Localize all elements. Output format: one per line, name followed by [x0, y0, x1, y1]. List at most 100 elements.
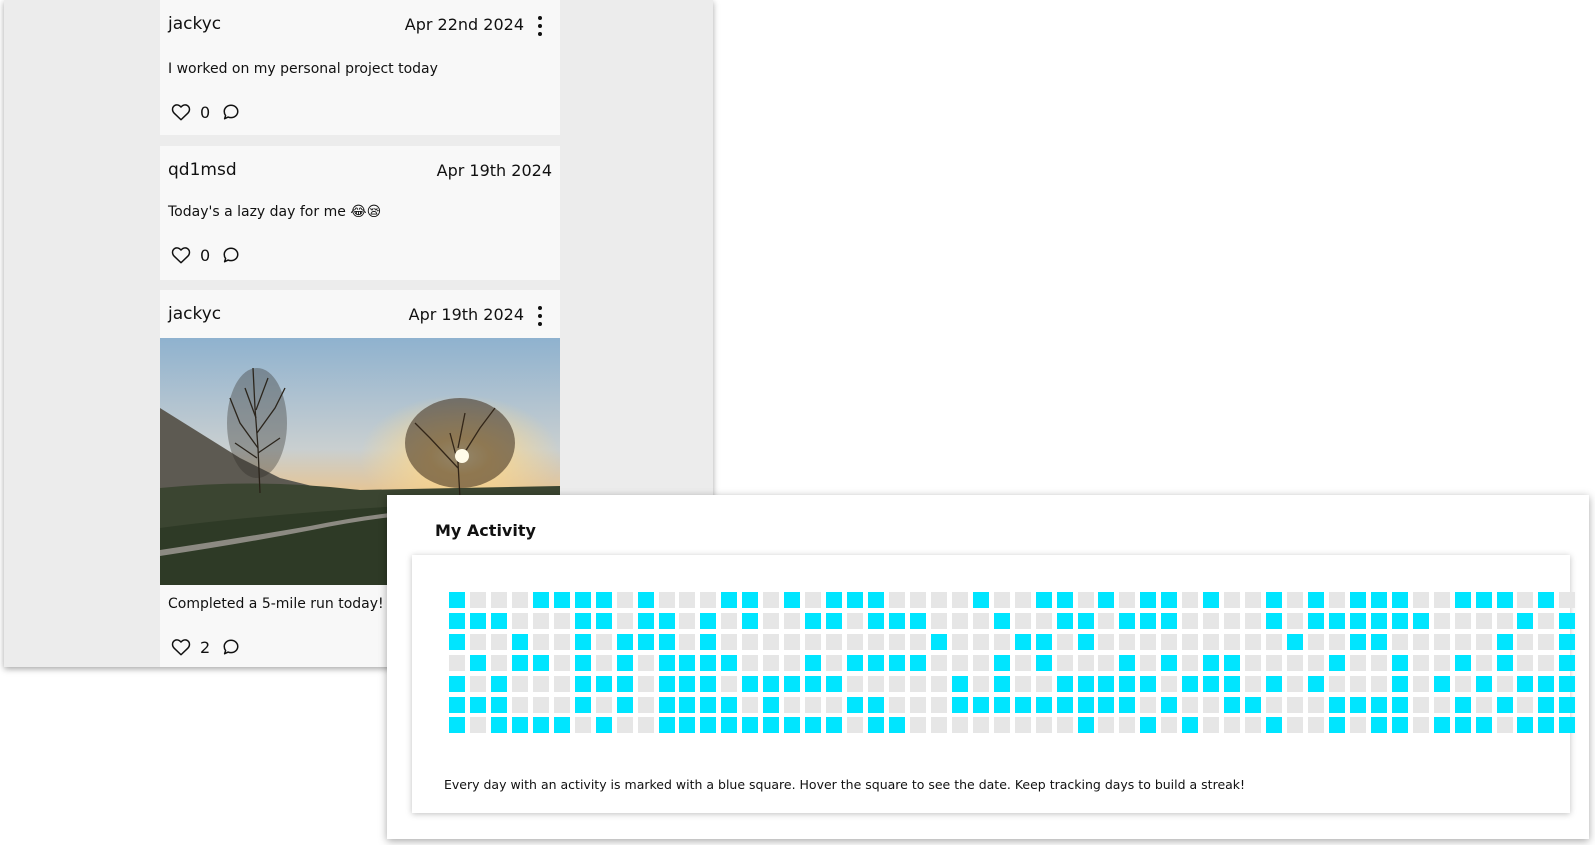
activity-day-cell[interactable]	[1266, 654, 1283, 671]
activity-day-cell[interactable]	[1245, 717, 1262, 734]
activity-day-cell[interactable]	[826, 717, 843, 734]
activity-day-cell[interactable]	[574, 592, 591, 608]
activity-day-cell[interactable]	[930, 696, 947, 713]
activity-day-cell[interactable]	[1307, 675, 1324, 692]
activity-day-cell[interactable]	[574, 633, 591, 650]
activity-day-cell[interactable]	[1538, 654, 1555, 671]
activity-day-cell[interactable]	[1496, 654, 1513, 671]
activity-day-cell[interactable]	[1161, 592, 1178, 608]
activity-day-cell[interactable]	[1496, 633, 1513, 650]
activity-day-cell[interactable]	[721, 654, 738, 671]
activity-day-cell[interactable]	[469, 592, 486, 608]
activity-day-cell[interactable]	[1077, 717, 1094, 734]
post-username[interactable]: jackyc	[168, 304, 221, 324]
activity-day-cell[interactable]	[1307, 633, 1324, 650]
activity-day-cell[interactable]	[721, 675, 738, 692]
activity-day-cell[interactable]	[1014, 654, 1031, 671]
activity-day-cell[interactable]	[1182, 633, 1199, 650]
activity-day-cell[interactable]	[1412, 717, 1429, 734]
activity-day-cell[interactable]	[1224, 592, 1241, 608]
activity-day-cell[interactable]	[763, 675, 780, 692]
activity-day-cell[interactable]	[553, 696, 570, 713]
activity-day-cell[interactable]	[951, 696, 968, 713]
activity-day-cell[interactable]	[1496, 592, 1513, 608]
activity-day-cell[interactable]	[679, 696, 696, 713]
activity-day-cell[interactable]	[1454, 675, 1471, 692]
activity-day-cell[interactable]	[1245, 633, 1262, 650]
activity-day-cell[interactable]	[805, 675, 822, 692]
activity-day-cell[interactable]	[1517, 633, 1534, 650]
activity-day-cell[interactable]	[909, 633, 926, 650]
activity-day-cell[interactable]	[1035, 717, 1052, 734]
activity-day-cell[interactable]	[1014, 717, 1031, 734]
activity-day-cell[interactable]	[1140, 633, 1157, 650]
activity-day-cell[interactable]	[700, 633, 717, 650]
activity-day-cell[interactable]	[826, 675, 843, 692]
activity-day-cell[interactable]	[616, 633, 633, 650]
activity-day-cell[interactable]	[784, 675, 801, 692]
activity-day-cell[interactable]	[1077, 654, 1094, 671]
activity-day-cell[interactable]	[1119, 717, 1136, 734]
activity-day-cell[interactable]	[574, 675, 591, 692]
activity-day-cell[interactable]	[553, 633, 570, 650]
activity-day-cell[interactable]	[763, 717, 780, 734]
activity-day-cell[interactable]	[616, 654, 633, 671]
activity-day-cell[interactable]	[1496, 696, 1513, 713]
activity-day-cell[interactable]	[972, 654, 989, 671]
activity-day-cell[interactable]	[1140, 592, 1157, 608]
activity-day-cell[interactable]	[951, 633, 968, 650]
activity-day-cell[interactable]	[1559, 696, 1576, 713]
activity-day-cell[interactable]	[1035, 675, 1052, 692]
activity-day-cell[interactable]	[1077, 675, 1094, 692]
activity-day-cell[interactable]	[679, 592, 696, 608]
heart-icon[interactable]	[170, 244, 192, 266]
post-username[interactable]: qd1msd	[168, 160, 237, 180]
activity-day-cell[interactable]	[1245, 654, 1262, 671]
activity-day-cell[interactable]	[449, 717, 465, 734]
activity-day-cell[interactable]	[1496, 612, 1513, 629]
activity-day-cell[interactable]	[909, 675, 926, 692]
activity-day-cell[interactable]	[658, 612, 675, 629]
activity-day-cell[interactable]	[888, 696, 905, 713]
activity-day-cell[interactable]	[972, 696, 989, 713]
activity-day-cell[interactable]	[1454, 633, 1471, 650]
activity-day-cell[interactable]	[1119, 633, 1136, 650]
activity-day-cell[interactable]	[1119, 654, 1136, 671]
activity-day-cell[interactable]	[1035, 612, 1052, 629]
activity-day-cell[interactable]	[1391, 696, 1408, 713]
activity-day-cell[interactable]	[1035, 592, 1052, 608]
activity-day-cell[interactable]	[532, 592, 549, 608]
activity-day-cell[interactable]	[1014, 612, 1031, 629]
activity-day-cell[interactable]	[532, 696, 549, 713]
activity-day-cell[interactable]	[847, 675, 864, 692]
activity-day-cell[interactable]	[1266, 717, 1283, 734]
activity-day-cell[interactable]	[1517, 654, 1534, 671]
comment-icon[interactable]	[220, 636, 242, 658]
activity-day-cell[interactable]	[721, 633, 738, 650]
activity-day-cell[interactable]	[763, 612, 780, 629]
activity-day-cell[interactable]	[679, 717, 696, 734]
activity-day-cell[interactable]	[742, 654, 759, 671]
activity-day-cell[interactable]	[616, 717, 633, 734]
activity-day-cell[interactable]	[951, 675, 968, 692]
activity-day-cell[interactable]	[511, 696, 528, 713]
activity-day-cell[interactable]	[1119, 675, 1136, 692]
activity-day-cell[interactable]	[1328, 696, 1345, 713]
activity-day-cell[interactable]	[1412, 633, 1429, 650]
activity-day-cell[interactable]	[511, 633, 528, 650]
activity-day-cell[interactable]	[805, 717, 822, 734]
activity-day-cell[interactable]	[469, 717, 486, 734]
activity-day-cell[interactable]	[469, 612, 486, 629]
activity-day-cell[interactable]	[972, 633, 989, 650]
activity-day-cell[interactable]	[993, 717, 1010, 734]
activity-day-cell[interactable]	[721, 717, 738, 734]
activity-day-cell[interactable]	[616, 696, 633, 713]
activity-day-cell[interactable]	[972, 612, 989, 629]
activity-day-cell[interactable]	[1517, 612, 1534, 629]
activity-day-cell[interactable]	[1412, 675, 1429, 692]
activity-day-cell[interactable]	[1559, 654, 1576, 671]
activity-day-cell[interactable]	[1140, 612, 1157, 629]
activity-day-cell[interactable]	[1056, 654, 1073, 671]
activity-day-cell[interactable]	[1454, 592, 1471, 608]
activity-day-cell[interactable]	[930, 612, 947, 629]
